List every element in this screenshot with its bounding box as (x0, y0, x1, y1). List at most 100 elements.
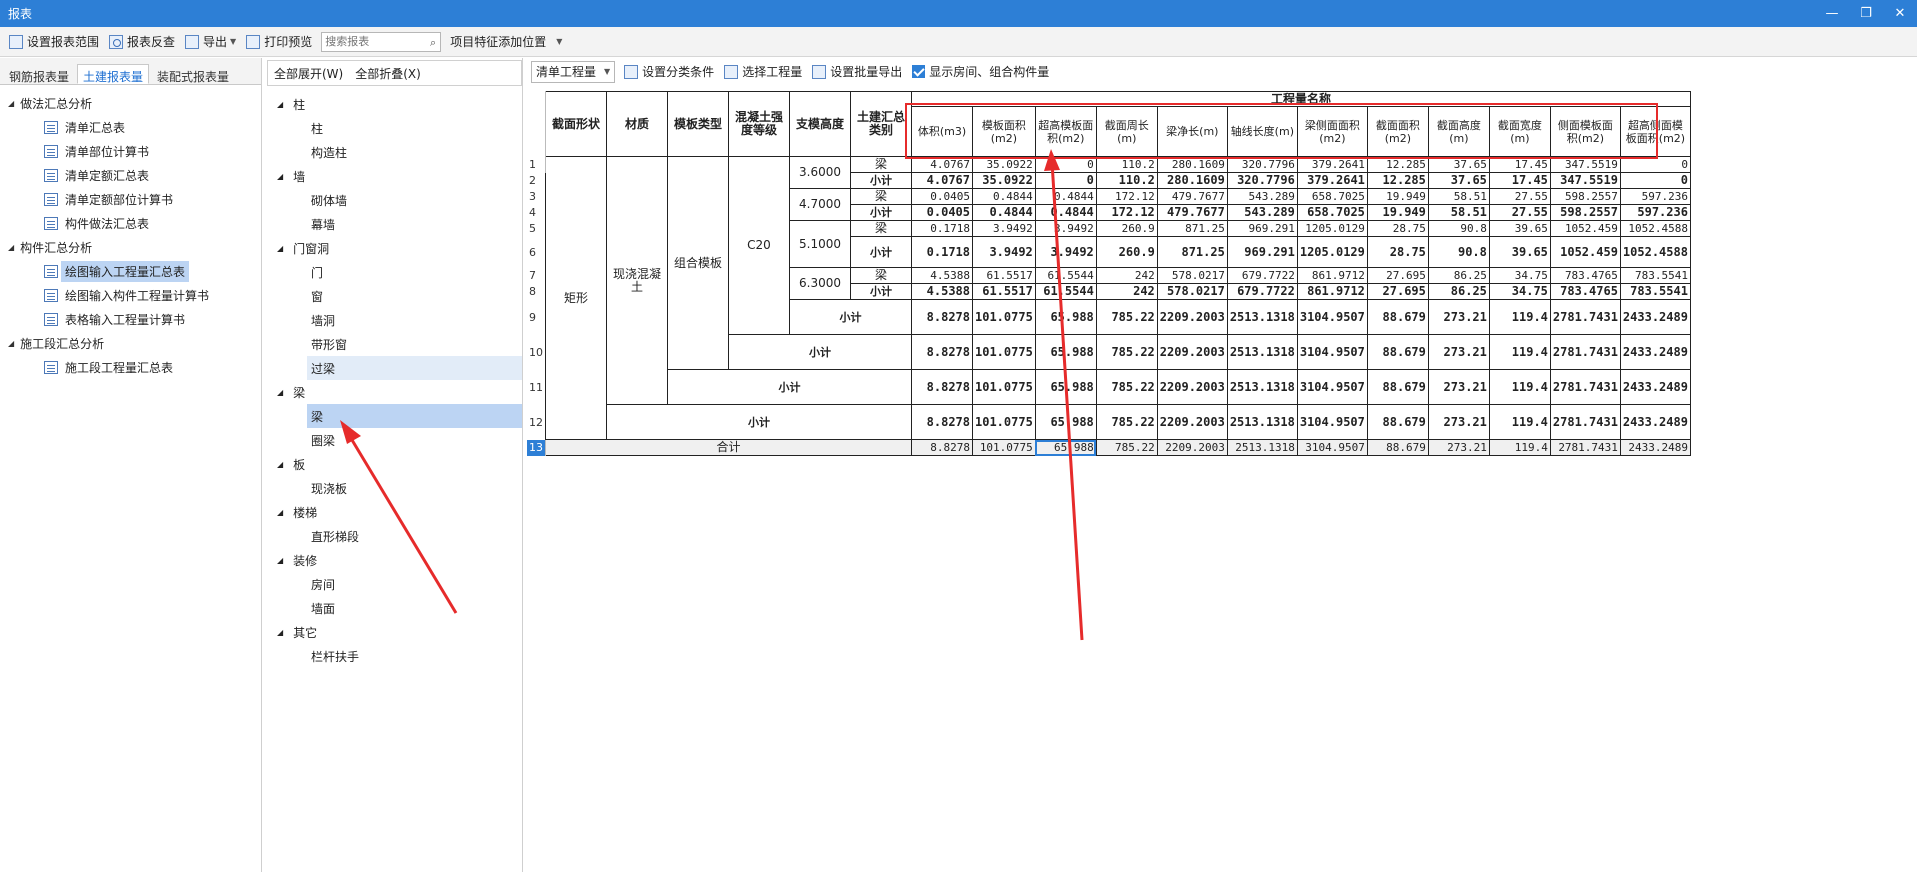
data-cell[interactable]: 119.4 (1488, 439, 1551, 456)
data-cell[interactable]: 0.0405 (911, 204, 973, 221)
data-cell[interactable]: 273.21 (1427, 334, 1490, 370)
data-cell[interactable]: 34.75 (1488, 267, 1551, 284)
check-button[interactable]: 报表反查 (104, 30, 180, 54)
data-cell[interactable]: 4.5388 (911, 283, 973, 300)
data-cell[interactable]: 597.236 (1619, 188, 1691, 205)
data-cell[interactable]: 2513.1318 (1226, 404, 1298, 440)
tree-item[interactable]: 清单部位计算书 (0, 139, 261, 163)
data-cell[interactable]: 8.8278 (911, 334, 973, 370)
component-item[interactable]: 圈梁 (267, 428, 522, 452)
data-cell[interactable]: 65.988 (1034, 334, 1097, 370)
category-node[interactable]: ◢ 梁 (267, 380, 522, 404)
search-icon[interactable]: ⌕ (430, 36, 436, 50)
component-item[interactable]: 墙洞 (267, 308, 522, 332)
data-cell[interactable]: 2433.2489 (1619, 404, 1691, 440)
data-cell[interactable]: 0.0405 (911, 188, 973, 205)
data-cell[interactable]: 39.65 (1488, 220, 1551, 237)
data-cell[interactable]: 65.988 (1034, 404, 1097, 440)
tab-civil[interactable]: 土建报表量 (77, 64, 150, 84)
tab-rebar[interactable]: 钢筋报表量 (3, 64, 75, 84)
component-item-selected[interactable]: 梁 (307, 404, 522, 428)
set-range-button[interactable]: 设置报表范围 (4, 30, 104, 54)
data-cell[interactable]: 19.949 (1366, 188, 1429, 205)
data-cell[interactable]: 101.0775 (972, 299, 1036, 335)
data-cell[interactable]: 347.5519 (1549, 172, 1621, 189)
data-cell[interactable]: 969.291 (1226, 236, 1298, 268)
tree-item[interactable]: 构件做法汇总表 (0, 211, 261, 235)
data-cell[interactable]: 65.988 (1034, 369, 1097, 405)
quantity-type-select[interactable]: 清单工程量 ▼ (531, 60, 616, 83)
data-cell[interactable]: 19.949 (1366, 204, 1429, 221)
data-cell[interactable]: 39.65 (1488, 236, 1551, 268)
data-cell[interactable]: 273.21 (1427, 404, 1490, 440)
data-cell[interactable]: 119.4 (1488, 334, 1551, 370)
data-cell[interactable]: 783.5541 (1619, 283, 1691, 300)
data-cell[interactable]: 61.5544 (1034, 267, 1097, 284)
data-cell[interactable]: 260.9 (1095, 236, 1158, 268)
data-cell[interactable]: 61.5517 (972, 267, 1036, 284)
data-cell[interactable]: 3.9492 (1034, 236, 1097, 268)
data-cell[interactable]: 8.8278 (911, 299, 973, 335)
data-cell[interactable]: 2433.2489 (1619, 299, 1691, 335)
tree-group[interactable]: ◢ 施工段汇总分析 (0, 331, 261, 355)
expand-all-button[interactable]: 全部展开(W) (274, 65, 343, 82)
data-cell[interactable]: 242 (1095, 267, 1158, 284)
data-cell[interactable]: 28.75 (1366, 236, 1429, 268)
data-cell[interactable]: 101.0775 (972, 404, 1036, 440)
data-cell[interactable]: 598.2557 (1549, 188, 1621, 205)
component-item[interactable]: 幕墙 (267, 212, 522, 236)
data-cell[interactable]: 597.236 (1619, 204, 1691, 221)
data-cell[interactable]: 35.0922 (972, 172, 1036, 189)
data-cell[interactable]: 871.25 (1156, 236, 1228, 268)
data-cell[interactable]: 861.9712 (1296, 283, 1368, 300)
component-item[interactable]: 墙面 (267, 596, 522, 620)
data-cell[interactable]: 2781.7431 (1549, 369, 1621, 405)
data-cell[interactable]: 1052.459 (1549, 220, 1621, 237)
category-node[interactable]: ◢ 楼梯 (267, 500, 522, 524)
data-cell[interactable]: 3104.9507 (1296, 334, 1368, 370)
data-cell[interactable]: 3.9492 (972, 220, 1036, 237)
search-input[interactable] (325, 35, 426, 48)
data-cell[interactable]: 0.4844 (1034, 204, 1097, 221)
data-cell[interactable]: 2433.2489 (1619, 334, 1691, 370)
data-cell[interactable]: 2209.2003 (1156, 404, 1228, 440)
data-cell[interactable]: 88.679 (1366, 299, 1429, 335)
data-cell[interactable]: 0.1718 (911, 220, 973, 237)
data-cell[interactable]: 2781.7431 (1549, 439, 1621, 456)
print-preview-button[interactable]: 打印预览 (241, 30, 317, 54)
data-cell[interactable]: 58.51 (1427, 204, 1490, 221)
tree-item[interactable]: 清单定额部位计算书 (0, 187, 261, 211)
component-item[interactable]: 带形窗 (267, 332, 522, 356)
data-cell[interactable]: 86.25 (1427, 283, 1490, 300)
table-row[interactable]: 11 小计 8.8278 101.0775 65.988 785.22 2209.2003 2… (527, 369, 1691, 405)
data-cell[interactable]: 28.75 (1366, 220, 1429, 237)
data-cell[interactable]: 86.25 (1427, 267, 1490, 284)
data-cell[interactable]: 242 (1095, 283, 1158, 300)
data-cell[interactable]: 2209.2003 (1156, 334, 1228, 370)
data-cell[interactable]: 783.5541 (1619, 267, 1691, 284)
data-cell[interactable]: 273.21 (1427, 369, 1490, 405)
data-cell[interactable]: 65.988 (1034, 299, 1097, 335)
data-cell[interactable]: 0.4844 (972, 204, 1036, 221)
data-cell[interactable]: 320.7796 (1226, 172, 1298, 189)
collapse-all-button[interactable]: 全部折叠(X) (355, 65, 421, 82)
data-cell[interactable]: 61.5544 (1034, 283, 1097, 300)
category-node[interactable]: ◢ 其它 (267, 620, 522, 644)
data-cell[interactable]: 2209.2003 (1156, 439, 1228, 456)
data-cell[interactable]: 90.8 (1427, 236, 1490, 268)
data-cell[interactable]: 1205.0129 (1296, 236, 1368, 268)
category-node[interactable]: ◢ 板 (267, 452, 522, 476)
data-cell[interactable]: 3104.9507 (1296, 439, 1368, 456)
data-cell[interactable]: 172.12 (1095, 204, 1158, 221)
data-cell[interactable]: 543.289 (1226, 188, 1298, 205)
data-cell[interactable]: 88.679 (1366, 369, 1429, 405)
data-cell[interactable]: 4.5388 (911, 267, 973, 284)
data-cell[interactable]: 2781.7431 (1549, 404, 1621, 440)
data-cell[interactable]: 543.289 (1226, 204, 1298, 221)
data-cell[interactable]: 27.695 (1366, 267, 1429, 284)
component-item[interactable]: 砌体墙 (267, 188, 522, 212)
component-item[interactable]: 窗 (267, 284, 522, 308)
data-cell[interactable]: 27.55 (1488, 204, 1551, 221)
data-cell[interactable]: 0 (1034, 172, 1097, 189)
tab-prefab[interactable]: 装配式报表量 (151, 64, 235, 84)
